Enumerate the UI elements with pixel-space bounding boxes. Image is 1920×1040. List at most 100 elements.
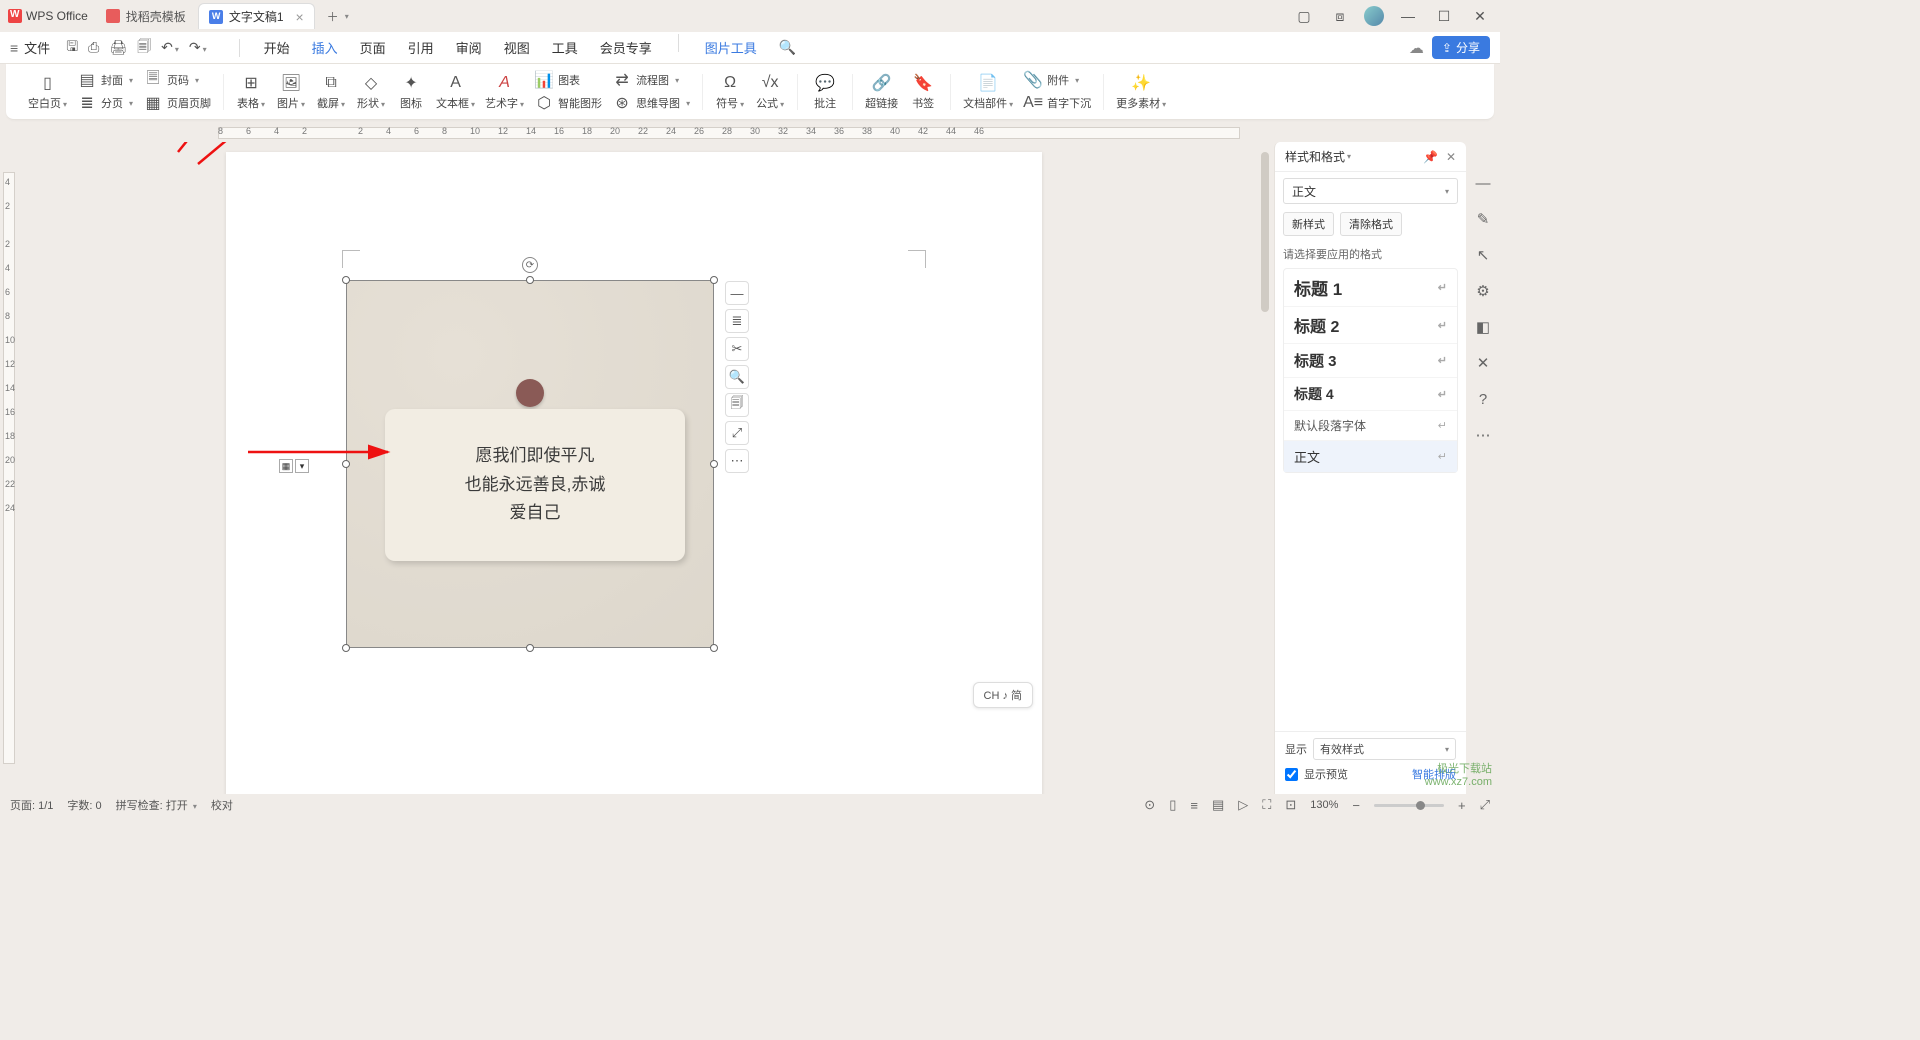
window-layout-icon[interactable]: ▢ xyxy=(1292,4,1316,28)
replace-button[interactable]: 🗐 xyxy=(725,393,749,417)
extract-button[interactable]: ⤢ xyxy=(725,421,749,445)
word-count[interactable]: 字数: 0 xyxy=(67,797,101,813)
screenshot-button[interactable]: ⧉截屏▾ xyxy=(316,73,346,111)
tools-icon[interactable]: ✕ xyxy=(1472,352,1494,374)
style-item[interactable]: 标题 2↵ xyxy=(1284,307,1457,344)
symbol-button[interactable]: Ω符号▾ xyxy=(715,73,745,111)
resize-handle[interactable] xyxy=(342,276,350,284)
style-item[interactable]: 标题 3↵ xyxy=(1284,344,1457,378)
cover-button[interactable]: ▤封面▾ xyxy=(77,70,133,90)
style-item[interactable]: 标题 1↵ xyxy=(1284,269,1457,307)
collapse-button[interactable]: — xyxy=(725,281,749,305)
search-icon[interactable]: 🔍 xyxy=(779,39,796,56)
file-menu[interactable]: 文件 xyxy=(24,38,50,57)
new-tab-button[interactable]: ＋ xyxy=(323,6,343,26)
proof-status[interactable]: 校对 xyxy=(211,797,233,813)
table-button[interactable]: ⊞表格▾ xyxy=(236,73,266,111)
equation-button[interactable]: √x公式▾ xyxy=(755,73,785,111)
current-style-select[interactable]: 正文▾ xyxy=(1283,178,1458,204)
resize-handle[interactable] xyxy=(710,276,718,284)
blank-page-button[interactable]: ▯空白页▾ xyxy=(28,73,67,111)
close-panel-icon[interactable]: ✕ xyxy=(1446,150,1456,164)
more-assets-button[interactable]: ✨更多素材▾ xyxy=(1116,73,1166,111)
maximize-button[interactable]: ☐ xyxy=(1432,4,1456,28)
fit-icon[interactable]: ⊡ xyxy=(1285,797,1296,813)
cloud-icon[interactable]: ☁ xyxy=(1409,39,1424,57)
select-icon[interactable]: ↖ xyxy=(1472,244,1494,266)
resize-handle[interactable] xyxy=(710,644,718,652)
save-icon[interactable]: 🖫 xyxy=(66,36,78,60)
new-style-button[interactable]: 新样式 xyxy=(1283,212,1334,236)
reading-view-icon[interactable]: ▷ xyxy=(1238,797,1248,813)
resize-handle[interactable] xyxy=(342,460,350,468)
print-preview-icon[interactable]: 🗐 xyxy=(137,36,151,60)
outline-view-icon[interactable]: ≡ xyxy=(1190,798,1198,813)
menu-tab-home[interactable]: 开始 xyxy=(262,34,292,61)
menu-tab-tools[interactable]: 工具 xyxy=(550,34,580,61)
style-item[interactable]: 默认段落字体↵ xyxy=(1284,411,1457,441)
menu-tab-references[interactable]: 引用 xyxy=(406,34,436,61)
attachment-button[interactable]: 📎附件▾ xyxy=(1023,70,1091,90)
icon-button[interactable]: ✦图标 xyxy=(396,73,426,111)
more-icon[interactable]: ⋯ xyxy=(1472,424,1494,446)
selected-image[interactable]: 愿我们即使平凡 也能永远善良,赤诚 爱自己 ⟳ ▦▾ — ≣ xyxy=(346,280,714,648)
style-item[interactable]: 正文↵ xyxy=(1284,441,1457,472)
textbox-button[interactable]: A文本框▾ xyxy=(436,73,475,111)
hamburger-icon[interactable]: ≡ xyxy=(10,40,18,56)
scrollbar-vertical[interactable] xyxy=(1258,142,1272,794)
undo-icon[interactable]: ↶▾ xyxy=(161,39,179,56)
close-button[interactable]: ✕ xyxy=(1468,4,1492,28)
spellcheck-status[interactable]: 拼写检查: 打开 ▾ xyxy=(116,797,197,813)
layout-options-button[interactable]: ▦▾ xyxy=(279,459,309,473)
menu-tab-view[interactable]: 视图 xyxy=(502,34,532,61)
export-icon[interactable]: ⎙ xyxy=(88,39,99,56)
page-view-icon[interactable]: ▯ xyxy=(1169,797,1176,813)
tab-template[interactable]: 找稻壳模板 xyxy=(96,3,196,29)
bookmark-button[interactable]: 🔖书签 xyxy=(908,73,938,111)
web-view-icon[interactable]: ▤ xyxy=(1212,797,1224,813)
cube-icon[interactable]: ⧈ xyxy=(1328,4,1352,28)
shape-button[interactable]: ◇形状▾ xyxy=(356,73,386,111)
ruler-horizontal[interactable]: 8642246810121416182022242628303234363840… xyxy=(0,124,1500,142)
print-icon[interactable]: 🖨 xyxy=(109,39,127,56)
menu-tab-insert[interactable]: 插入 xyxy=(310,34,340,61)
focus-mode-icon[interactable]: ⊙ xyxy=(1144,797,1155,813)
style-item[interactable]: 标题 4↵ xyxy=(1284,378,1457,411)
menu-tab-review[interactable]: 审阅 xyxy=(454,34,484,61)
show-filter-select[interactable]: 有效样式▾ xyxy=(1313,738,1456,760)
canvas[interactable]: 愿我们即使平凡 也能永远善良,赤诚 爱自己 ⟳ ▦▾ — ≣ xyxy=(18,142,1258,794)
smartart-button[interactable]: ⬡智能图形 xyxy=(534,93,602,113)
crop-button[interactable]: ✂ xyxy=(725,337,749,361)
user-avatar[interactable] xyxy=(1364,6,1384,26)
help-icon[interactable]: ? xyxy=(1472,388,1494,410)
page-indicator[interactable]: 页面: 1/1 xyxy=(10,797,53,813)
tab-more-icon[interactable]: ▾ xyxy=(345,12,349,21)
layers-icon[interactable]: ◧ xyxy=(1472,316,1494,338)
share-button[interactable]: ⇪ 分享 xyxy=(1432,36,1490,59)
resize-handle[interactable] xyxy=(526,644,534,652)
settings-icon[interactable]: ⚙ xyxy=(1472,280,1494,302)
wordart-button[interactable]: A艺术字▾ xyxy=(485,73,524,111)
minimize-button[interactable]: — xyxy=(1396,4,1420,28)
layout-button[interactable]: ≣ xyxy=(725,309,749,333)
menu-tab-page[interactable]: 页面 xyxy=(358,34,388,61)
close-icon[interactable]: × xyxy=(296,9,304,25)
redo-icon[interactable]: ↷▾ xyxy=(189,39,207,56)
minimize-panel-icon[interactable]: — xyxy=(1472,172,1494,194)
zoom-out-icon[interactable]: − xyxy=(1352,798,1360,813)
tab-document[interactable]: 文字文稿1 × xyxy=(198,3,315,29)
menu-tab-picture-tools[interactable]: 图片工具 xyxy=(703,34,759,61)
zoom-slider[interactable] xyxy=(1374,804,1444,807)
chart-button[interactable]: 📊图表 xyxy=(534,70,602,90)
resize-handle[interactable] xyxy=(526,276,534,284)
header-footer-button[interactable]: ▦页眉页脚 xyxy=(143,93,211,113)
zoom-value[interactable]: 130% xyxy=(1310,799,1338,811)
mindmap-button[interactable]: ⊛思维导图▾ xyxy=(612,93,690,113)
zoom-in-icon[interactable]: + xyxy=(1458,798,1466,813)
page-number-button[interactable]: 🗏页码▾ xyxy=(143,70,211,90)
zoom-button[interactable]: 🔍 xyxy=(725,365,749,389)
clear-format-button[interactable]: 清除格式 xyxy=(1340,212,1402,236)
picture-button[interactable]: 🖼图片▾ xyxy=(276,73,306,111)
ruler-vertical[interactable]: 4224681012141618202224 xyxy=(0,142,18,794)
pin-icon[interactable]: 📌 xyxy=(1423,150,1438,164)
